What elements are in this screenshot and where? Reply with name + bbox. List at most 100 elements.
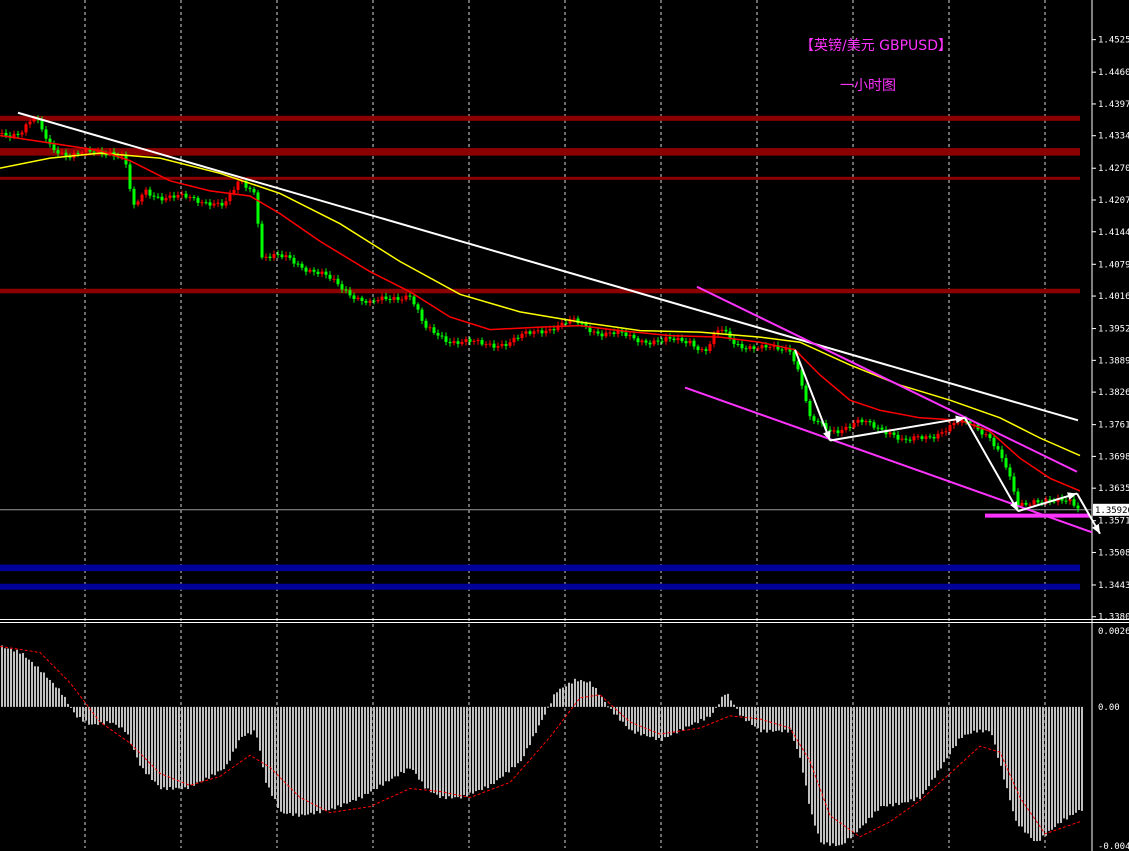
histogram-bar bbox=[382, 706, 384, 786]
candle-body bbox=[1076, 505, 1080, 509]
candle-body bbox=[372, 300, 376, 302]
candle-body bbox=[660, 341, 664, 343]
histogram-bar bbox=[1027, 706, 1029, 834]
histogram-bar bbox=[475, 706, 477, 792]
candle-body bbox=[336, 278, 340, 285]
histogram-bar bbox=[184, 706, 186, 788]
histogram-bar bbox=[808, 706, 810, 804]
price-tick-label: 1.40165 bbox=[1098, 292, 1129, 302]
candle-body bbox=[168, 195, 172, 199]
candle-body bbox=[188, 197, 192, 199]
histogram-bar bbox=[139, 706, 141, 766]
candle-body bbox=[908, 439, 912, 441]
histogram-bar bbox=[466, 706, 468, 797]
candle-body bbox=[632, 334, 636, 339]
histogram-bar bbox=[4, 648, 6, 707]
candle-body bbox=[1064, 500, 1068, 502]
histogram-bar bbox=[283, 706, 285, 814]
price-tick-label: 1.44605 bbox=[1098, 68, 1129, 78]
histogram-bar bbox=[604, 701, 606, 707]
histogram-bar bbox=[670, 706, 672, 736]
candle-body bbox=[276, 254, 280, 256]
candle-body bbox=[128, 164, 132, 189]
price-tick-label: 1.42700 bbox=[1098, 164, 1129, 174]
histogram-bar bbox=[331, 706, 333, 809]
histogram-bar bbox=[1057, 706, 1059, 824]
histogram-bar bbox=[361, 706, 363, 799]
candle-body bbox=[532, 331, 536, 334]
histogram-bar bbox=[703, 706, 705, 721]
histogram-bar bbox=[1039, 706, 1041, 841]
histogram-bar bbox=[883, 706, 885, 806]
histogram-bar bbox=[124, 706, 126, 732]
candle-body bbox=[160, 196, 164, 201]
histogram-bar bbox=[958, 706, 960, 739]
histogram-bar bbox=[1072, 706, 1074, 815]
candle-body bbox=[216, 202, 220, 204]
histogram-bar bbox=[154, 706, 156, 782]
candle-body bbox=[1028, 504, 1032, 506]
histogram-bar bbox=[553, 694, 555, 707]
candle-body bbox=[600, 333, 604, 337]
histogram-bar bbox=[979, 706, 981, 730]
histogram-bar bbox=[61, 694, 63, 707]
histogram-bar bbox=[694, 706, 696, 723]
candle-body bbox=[496, 346, 500, 348]
histogram-bar bbox=[445, 706, 447, 800]
candle-body bbox=[56, 150, 60, 154]
histogram-bar bbox=[673, 706, 675, 733]
candle-body bbox=[460, 342, 464, 344]
histogram-bar bbox=[205, 706, 207, 778]
candle-body bbox=[396, 297, 400, 300]
histogram-bar bbox=[577, 681, 579, 707]
candle-body bbox=[880, 427, 884, 430]
candle-body bbox=[284, 255, 288, 258]
histogram-bar bbox=[853, 706, 855, 833]
histogram-bar bbox=[730, 700, 732, 707]
candle-body bbox=[536, 330, 540, 332]
candle-body bbox=[76, 152, 80, 154]
candle-body bbox=[316, 271, 320, 274]
histogram-bar bbox=[790, 706, 792, 730]
histogram-bar bbox=[253, 706, 255, 731]
histogram-bar bbox=[28, 659, 30, 707]
histogram-bar bbox=[832, 706, 834, 844]
histogram-bar bbox=[100, 706, 102, 723]
histogram-bar bbox=[406, 706, 408, 769]
histogram-bar bbox=[829, 706, 831, 846]
histogram-bar bbox=[40, 672, 42, 707]
candle-body bbox=[664, 337, 668, 342]
histogram-bar bbox=[937, 706, 939, 771]
histogram-bar bbox=[511, 706, 513, 768]
candle-body bbox=[648, 342, 652, 345]
candle-body bbox=[440, 335, 444, 337]
histogram-bar bbox=[403, 706, 405, 774]
histogram-bar bbox=[1009, 706, 1011, 801]
histogram-bar bbox=[298, 706, 300, 817]
histogram-bar bbox=[805, 706, 807, 786]
histogram-bar bbox=[556, 692, 558, 707]
histogram-bar bbox=[502, 706, 504, 777]
histogram-bar bbox=[583, 681, 585, 707]
histogram-bar bbox=[1045, 706, 1047, 836]
candle-body bbox=[1072, 499, 1076, 506]
histogram-bar bbox=[910, 706, 912, 800]
candle-body bbox=[988, 434, 992, 438]
histogram-bar bbox=[649, 706, 651, 738]
candle-body bbox=[1012, 476, 1016, 492]
support-band bbox=[0, 583, 1080, 590]
candle-body bbox=[712, 334, 716, 345]
candle-body bbox=[1000, 449, 1004, 459]
histogram-bar bbox=[571, 683, 573, 707]
histogram-bar bbox=[634, 706, 636, 734]
chart-subtitle: 一小时图 bbox=[840, 78, 896, 94]
candle-body bbox=[352, 295, 356, 300]
price-tick-label: 1.40795 bbox=[1098, 260, 1129, 270]
histogram-bar bbox=[973, 706, 975, 731]
histogram-bar bbox=[1066, 706, 1068, 820]
candle-body bbox=[92, 151, 96, 153]
candle-body bbox=[148, 189, 152, 196]
histogram-bar bbox=[37, 666, 39, 707]
price-tick-label: 1.36985 bbox=[1098, 452, 1129, 462]
histogram-bar bbox=[262, 706, 264, 768]
